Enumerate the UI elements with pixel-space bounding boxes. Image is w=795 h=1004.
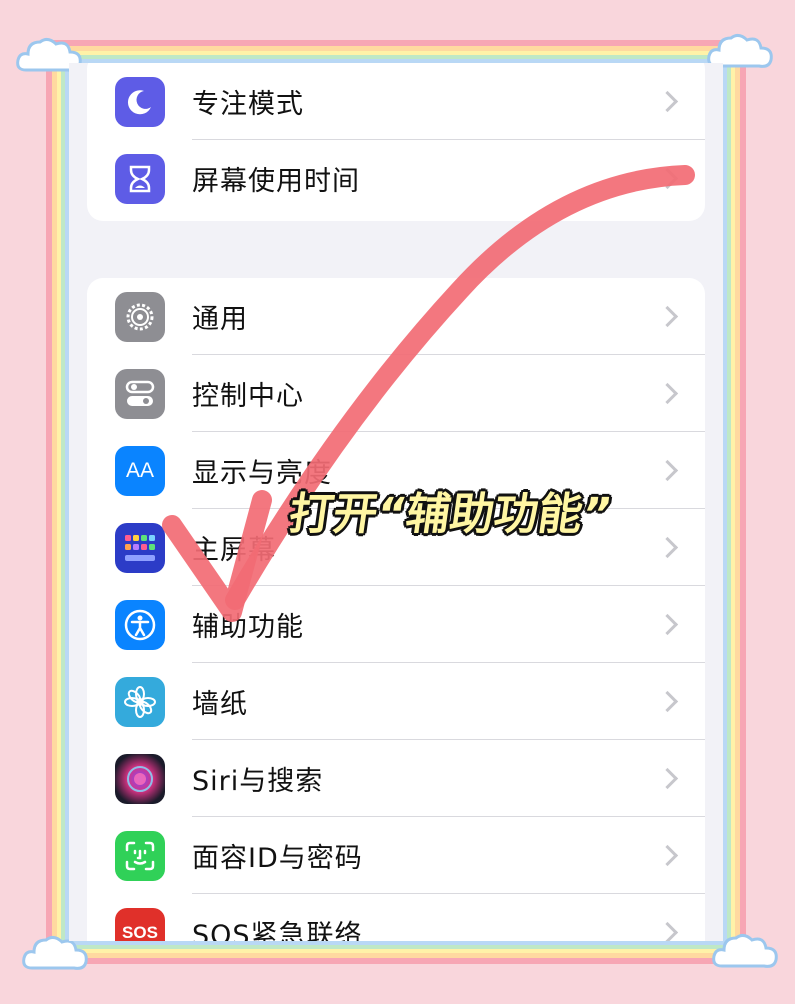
annotation-text: 打开“辅助功能” [285,489,615,540]
